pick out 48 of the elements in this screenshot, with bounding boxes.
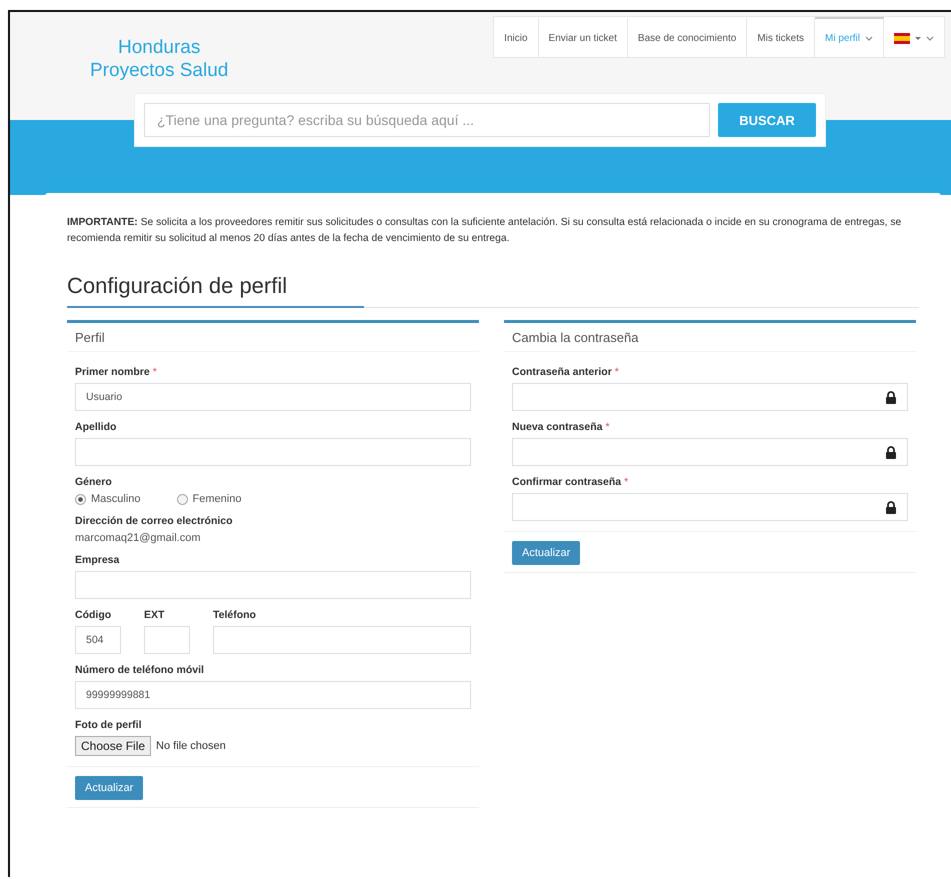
nav-link[interactable]: Enviar un ticket: [538, 17, 628, 57]
field-label: Código: [75, 609, 112, 621]
field-label: Contraseña anterior *: [512, 366, 620, 378]
input-field[interactable]: [213, 626, 471, 654]
radio-option[interactable]: Femenino: [176, 493, 242, 505]
radio-icon: [75, 494, 86, 504]
update-button[interactable]: Actualizar: [512, 541, 580, 565]
nav-link[interactable]: Mis tickets: [747, 17, 815, 57]
flag-icon: [894, 32, 910, 44]
chevron-icon: [926, 36, 934, 40]
field-label: Dirección de correo electrónico: [75, 515, 234, 527]
password-field[interactable]: [512, 493, 908, 521]
panel-title: Cambia la contraseña: [504, 323, 916, 352]
field-label: Apellido: [75, 421, 118, 433]
notice-text: IMPORTANTE: Se solicita a los proveedores remitir sus solicitudes o consultas con la suficiente antelación. Si su consulta está relacionada o incide en su cronograma de entregas, se recomienda remitir su solicitud al menos 20 días antes de la fecha de vencimiento de su entrega.: [67, 216, 902, 246]
field-label: Confirmar contraseña *: [512, 476, 630, 488]
input-field[interactable]: [144, 626, 190, 654]
email-text: marcomaq21@gmail.com: [75, 532, 202, 544]
search-field[interactable]: ¿Tiene una pregunta? escriba su búsqueda aquí ...: [144, 103, 710, 137]
caret-icon: [915, 36, 921, 40]
field-label: Empresa: [75, 554, 120, 566]
update-button[interactable]: Actualizar: [75, 776, 144, 800]
radio-option[interactable]: Masculino: [75, 493, 141, 505]
lock-icon: [885, 446, 897, 458]
input-field[interactable]: [75, 571, 471, 599]
field-label: Género: [75, 476, 113, 488]
input-field[interactable]: 99999999881: [75, 681, 471, 709]
input-field[interactable]: [75, 438, 471, 466]
lock-icon: [885, 390, 897, 404]
password-field[interactable]: [512, 383, 908, 411]
nav-link[interactable]: Base de conocimiento: [628, 17, 748, 57]
panel-title: Perfil: [67, 323, 479, 352]
field-label: Teléfono: [213, 609, 257, 621]
password-field[interactable]: [512, 438, 908, 466]
lock-icon: [885, 500, 897, 514]
nav-link[interactable]: Inicio: [494, 17, 539, 57]
chevron-icon: [865, 36, 873, 40]
field-label: Primer nombre *: [75, 366, 158, 378]
field-label: Nueva contraseña *: [512, 421, 611, 433]
field-label: Número de teléfono móvil: [75, 664, 205, 676]
page-title: Configuración de perfil: [67, 273, 288, 300]
field-label: Foto de perfil: [75, 719, 142, 731]
choose-file-button[interactable]: Choose File: [75, 736, 152, 756]
input-field[interactable]: 504: [75, 626, 121, 654]
file-status: No file chosen: [156, 740, 226, 752]
input-field[interactable]: Usuario: [75, 383, 471, 411]
radio-icon: [176, 494, 188, 504]
field-label: EXT: [144, 609, 166, 621]
